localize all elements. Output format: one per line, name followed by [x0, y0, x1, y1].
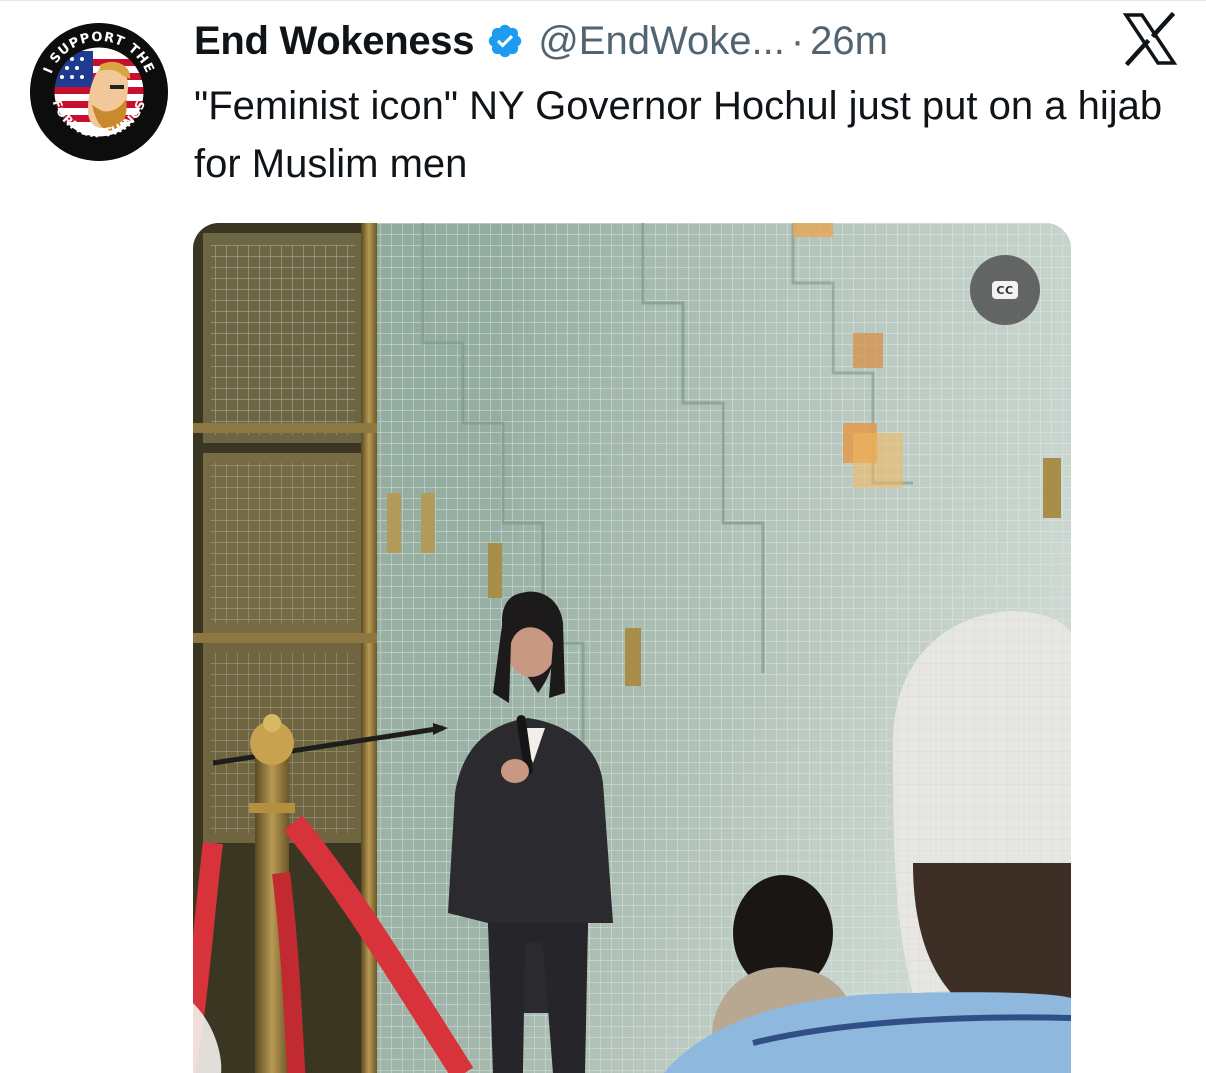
- avatar[interactable]: I SUPPORT THE FORMER THINGS: [30, 23, 168, 161]
- tweet-card[interactable]: I SUPPORT THE FORMER THINGS End Wokeness…: [0, 0, 1206, 1073]
- user-handle[interactable]: @EndWoke...: [538, 19, 785, 64]
- x-logo-icon[interactable]: [1120, 9, 1180, 69]
- tweet-text: "Feminist icon" NY Governor Hochul just …: [194, 84, 1163, 186]
- separator-dot: ·: [790, 18, 805, 63]
- video-player[interactable]: CC: [193, 223, 1071, 1073]
- tweet-header: End Wokeness @EndWoke... · 26m: [194, 13, 888, 69]
- closed-captions-button[interactable]: CC: [970, 255, 1040, 325]
- verified-badge-icon[interactable]: [486, 22, 524, 60]
- closed-captions-icon: CC: [992, 281, 1018, 299]
- timestamp[interactable]: 26m: [810, 19, 888, 64]
- display-name[interactable]: End Wokeness: [194, 19, 475, 64]
- avatar-logo-graphic: I SUPPORT THE FORMER THINGS: [30, 23, 168, 161]
- video-frame-image: [193, 223, 1071, 1073]
